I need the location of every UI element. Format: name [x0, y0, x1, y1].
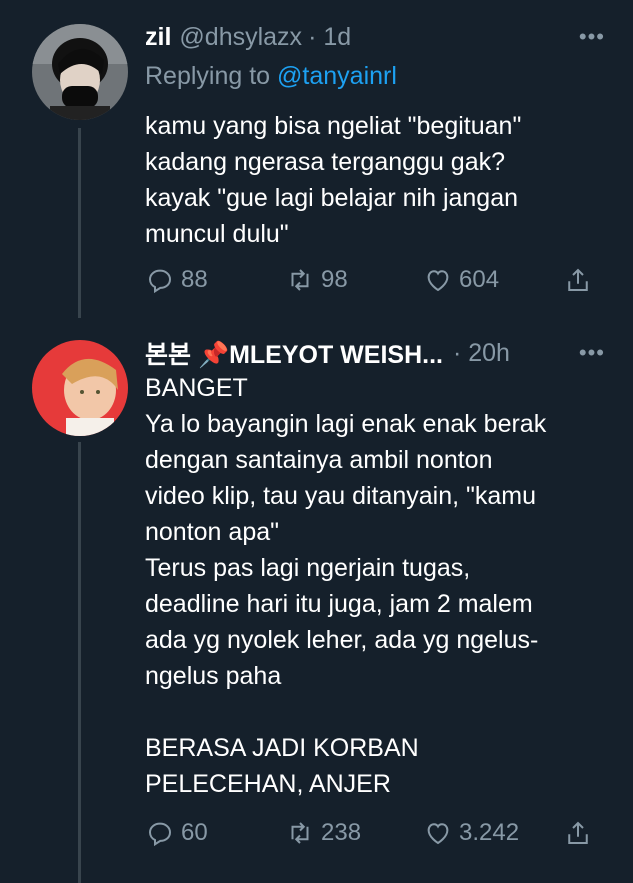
- retweet-icon: [291, 822, 309, 844]
- like-count: 604: [459, 266, 500, 293]
- display-name[interactable]: zil: [145, 23, 171, 52]
- retweet-button[interactable]: 98: [285, 265, 348, 295]
- like-count: 3.242: [459, 819, 520, 846]
- reply-button[interactable]: 88: [145, 265, 208, 295]
- retweet-count: 238: [321, 819, 362, 846]
- more-icon[interactable]: •••: [579, 340, 605, 366]
- tweet-text: kamu yang bisa ngeliat "begituan" kadang…: [145, 112, 522, 248]
- tweet-header: zil @dhsylazx · 1d: [145, 20, 351, 54]
- like-button[interactable]: 604: [423, 265, 499, 295]
- reply-button[interactable]: 60: [145, 818, 208, 848]
- reply-icon: [148, 822, 172, 847]
- retweet-count: 98: [321, 266, 348, 293]
- replying-prefix: Replying to: [145, 62, 278, 90]
- share-button[interactable]: [563, 818, 593, 848]
- like-icon: [427, 270, 449, 292]
- timestamp[interactable]: · 1d: [308, 23, 351, 52]
- share-icon: [568, 821, 588, 844]
- retweet-button[interactable]: 238: [285, 818, 361, 848]
- action-bar: 60 238 3.242: [145, 815, 600, 851]
- tweet-text: BANGET Ya lo bayangin lagi enak enak ber…: [145, 374, 547, 798]
- reply-count: 60: [181, 819, 208, 846]
- tweet-1[interactable]: zil @dhsylazx · 1d ••• Replying to @tany…: [0, 0, 633, 320]
- handle[interactable]: @dhsylazx: [179, 23, 302, 52]
- replying-to-line: Replying to @tanyainrl: [145, 62, 397, 91]
- action-bar: 88 98 604: [145, 262, 600, 298]
- avatar[interactable]: [32, 24, 128, 120]
- display-name[interactable]: 본본 📌MLEYOT WEISH...: [145, 335, 443, 371]
- share-button[interactable]: [563, 265, 593, 295]
- share-icon: [568, 268, 588, 291]
- like-icon: [427, 823, 449, 845]
- replying-to-handle[interactable]: @tanyainrl: [277, 62, 397, 90]
- tweet-header: 본본 📌MLEYOT WEISH... · 20h: [145, 336, 510, 370]
- more-icon[interactable]: •••: [579, 24, 605, 50]
- like-button[interactable]: 3.242: [423, 818, 519, 848]
- timestamp[interactable]: · 20h: [453, 339, 510, 368]
- avatar-photo: [32, 24, 128, 120]
- avatar-photo: [32, 340, 128, 436]
- retweet-icon: [291, 269, 309, 291]
- tweet-2[interactable]: 본본 📌MLEYOT WEISH... · 20h ••• BANGET Ya …: [0, 320, 633, 883]
- reply-icon: [148, 269, 172, 294]
- avatar[interactable]: [32, 340, 128, 436]
- reply-count: 88: [181, 266, 208, 293]
